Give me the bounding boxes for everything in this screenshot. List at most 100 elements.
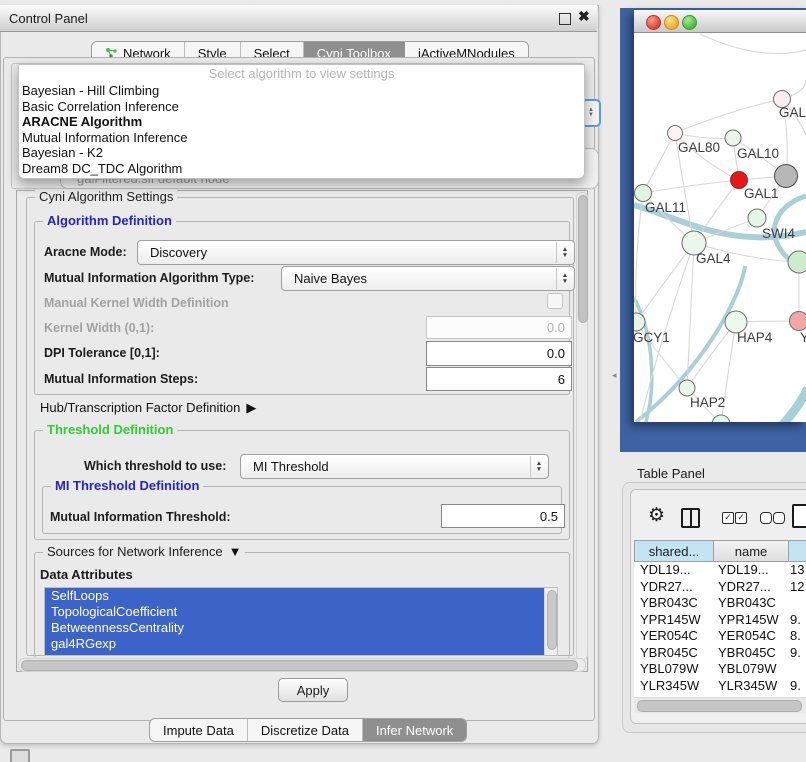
node-label: GAL80: [678, 140, 720, 155]
chevron-down-icon: ▼: [588, 113, 594, 118]
triangle-down-icon: ▼: [229, 544, 242, 559]
mi-threshold-field[interactable]: 0.5: [441, 504, 565, 528]
checked-box-icon[interactable]: ✓: [735, 512, 747, 524]
settings-horizontal-scrollbar-thumb[interactable]: [21, 660, 578, 671]
manual-kernel-checkbox[interactable]: [547, 293, 563, 309]
cyni-algorithm-settings-title: Cyni Algorithm Settings: [35, 189, 177, 204]
network-canvas[interactable]: GAL GAL80 GAL10 GAL1 GAL11 SWI4 GAL4 GCY…: [634, 32, 806, 422]
columns-icon[interactable]: [681, 508, 700, 528]
attribute-item[interactable]: BetweennessCentrality: [45, 620, 545, 636]
which-threshold-combo[interactable]: MI Threshold ▲▼: [240, 454, 549, 479]
column-header-partial[interactable]: A: [789, 540, 806, 562]
float-icon[interactable]: [559, 13, 571, 25]
sources-expander[interactable]: Sources for Network Inference▼: [43, 544, 245, 559]
traffic-zoom-icon[interactable]: [682, 15, 697, 30]
mi-type-label: Mutual Information Algorithm Type:: [44, 271, 254, 285]
attribute-item[interactable]: TopologicalCoefficient: [45, 604, 545, 620]
attribute-item[interactable]: gal4RGexp: [45, 636, 545, 652]
hub-definition-expander[interactable]: Hub/Transcription Factor Definition▶: [40, 400, 256, 416]
node-hap2: [679, 380, 695, 396]
traffic-minimize-icon[interactable]: [664, 15, 679, 30]
table-row[interactable]: YBR043C YBR043C: [634, 595, 806, 612]
panel-divider-collapse-icon[interactable]: ◂: [612, 370, 617, 381]
dpi-tolerance-field[interactable]: 0.0: [426, 341, 572, 366]
cyni-bottom-tabbar: Impute Data Discretize Data Infer Networ…: [149, 718, 467, 742]
node-label: GAL4: [696, 251, 731, 266]
page-icon[interactable]: [792, 504, 806, 528]
kernel-width-field[interactable]: 0.0: [426, 316, 572, 339]
which-threshold-label: Which threshold to use:: [84, 459, 226, 473]
node-gal80: [668, 126, 683, 141]
dropdown-option[interactable]: Basic Correlation Inference: [19, 99, 584, 115]
triangle-right-icon: ▶: [246, 400, 256, 416]
mini-palette-icon[interactable]: [10, 749, 30, 762]
node-pink: [790, 312, 806, 331]
gear-icon[interactable]: ⚙: [648, 504, 665, 527]
table-row[interactable]: YDR27... YDR27... 12: [634, 579, 806, 596]
algorithm-definition-title: Algorithm Definition: [43, 213, 176, 228]
network-labels: GAL GAL80 GAL10 GAL1 GAL11 SWI4 GAL4 GCY…: [634, 105, 806, 410]
table-body: YDL19... YDL19... 13 YDR27... YDR27... 1…: [634, 562, 806, 711]
table-horizontal-scrollbar-thumb[interactable]: [637, 700, 802, 712]
data-attributes-label: Data Attributes: [40, 567, 133, 582]
node-label: HAP4: [737, 330, 773, 345]
node-label: GCY1: [634, 330, 670, 345]
table-panel-title: Table Panel: [637, 466, 705, 481]
tab-infer-network[interactable]: Infer Network: [363, 719, 466, 741]
attribute-item[interactable]: SelfLoops: [45, 588, 545, 604]
dpi-tolerance-label: DPI Tolerance [0,1]:: [44, 346, 160, 360]
table-row[interactable]: YDL19... YDL19... 13: [634, 562, 806, 579]
table-row[interactable]: YPR145W YPR145W 9.: [634, 612, 806, 629]
dropdown-option[interactable]: Bayesian - Hill Climbing: [19, 83, 584, 99]
kernel-width-label: Kernel Width (0,1):: [44, 321, 154, 335]
tab-impute-data[interactable]: Impute Data: [150, 719, 248, 741]
node: [788, 251, 806, 273]
control-panel-title: Control Panel: [9, 11, 88, 26]
table-header: shared... name A: [634, 540, 806, 562]
data-attributes-list: SelfLoops TopologicalCoefficient Between…: [44, 587, 558, 656]
node-label: GAL: [779, 105, 806, 120]
dropdown-option[interactable]: Dream8 DC_TDC Algorithm: [19, 161, 584, 177]
mi-type-combo[interactable]: Naive Bayes ▲▼: [281, 266, 575, 291]
aracne-mode-combo[interactable]: Discovery ▲▼: [137, 240, 575, 265]
unchecked-box-icon[interactable]: [773, 512, 785, 524]
node-gray: [775, 165, 798, 188]
table-row[interactable]: YLR345W YLR345W 9.: [634, 678, 806, 695]
node-label: HAP2: [690, 395, 725, 410]
aracne-mode-label: Aracne Mode:: [44, 245, 127, 259]
combo-updown-icon: ▲▼: [556, 268, 573, 289]
node-swi4: [748, 209, 766, 227]
column-header-name[interactable]: name: [714, 540, 789, 562]
combo-updown-icon: ▲▼: [530, 456, 547, 477]
table-row[interactable]: YBR045C YBR045C 9.: [634, 645, 806, 662]
dropdown-option[interactable]: Bayesian - K2: [19, 145, 584, 161]
unchecked-box-icon[interactable]: [760, 512, 772, 524]
apply-button[interactable]: Apply: [278, 678, 348, 702]
checked-box-icon[interactable]: ✓: [722, 512, 734, 524]
traffic-close-icon[interactable]: [646, 15, 661, 30]
mi-steps-field[interactable]: 6: [426, 367, 572, 391]
settings-vertical-scrollbar-thumb[interactable]: [578, 195, 588, 323]
node-gal11: [635, 185, 652, 202]
mi-threshold-definition-title: MI Threshold Definition: [51, 478, 203, 493]
screen: Control Panel ✖ Network Style Select Cyn…: [0, 0, 806, 762]
attribute-item-partial[interactable]: [45, 652, 545, 656]
node: [712, 415, 730, 422]
threshold-definition-title: Threshold Definition: [43, 422, 177, 437]
attributes-scrollbar[interactable]: [544, 588, 557, 655]
column-header-shared[interactable]: shared...: [634, 540, 714, 562]
mi-threshold-label: Mutual Information Threshold:: [50, 510, 231, 524]
dropdown-prompt: Select algorithm to view settings: [19, 65, 584, 83]
table-row[interactable]: YBL079W YBL079W: [634, 661, 806, 678]
tab-discretize-data[interactable]: Discretize Data: [248, 719, 363, 741]
table-row[interactable]: YER054C YER054C 8.: [634, 628, 806, 645]
dropdown-option[interactable]: Mutual Information Inference: [19, 130, 584, 146]
combo-updown-icon: ▲▼: [556, 242, 573, 263]
node-gal10: [725, 130, 741, 146]
dropdown-option-selected[interactable]: ARACNE Algorithm: [19, 114, 584, 130]
node-label: GAL1: [744, 186, 779, 201]
manual-kernel-label: Manual Kernel Width Definition: [44, 296, 229, 310]
mi-steps-label: Mutual Information Steps:: [44, 372, 198, 386]
algorithm-dropdown-popup: Select algorithm to view settings Bayesi…: [18, 64, 585, 179]
close-icon[interactable]: ✖: [578, 8, 590, 25]
